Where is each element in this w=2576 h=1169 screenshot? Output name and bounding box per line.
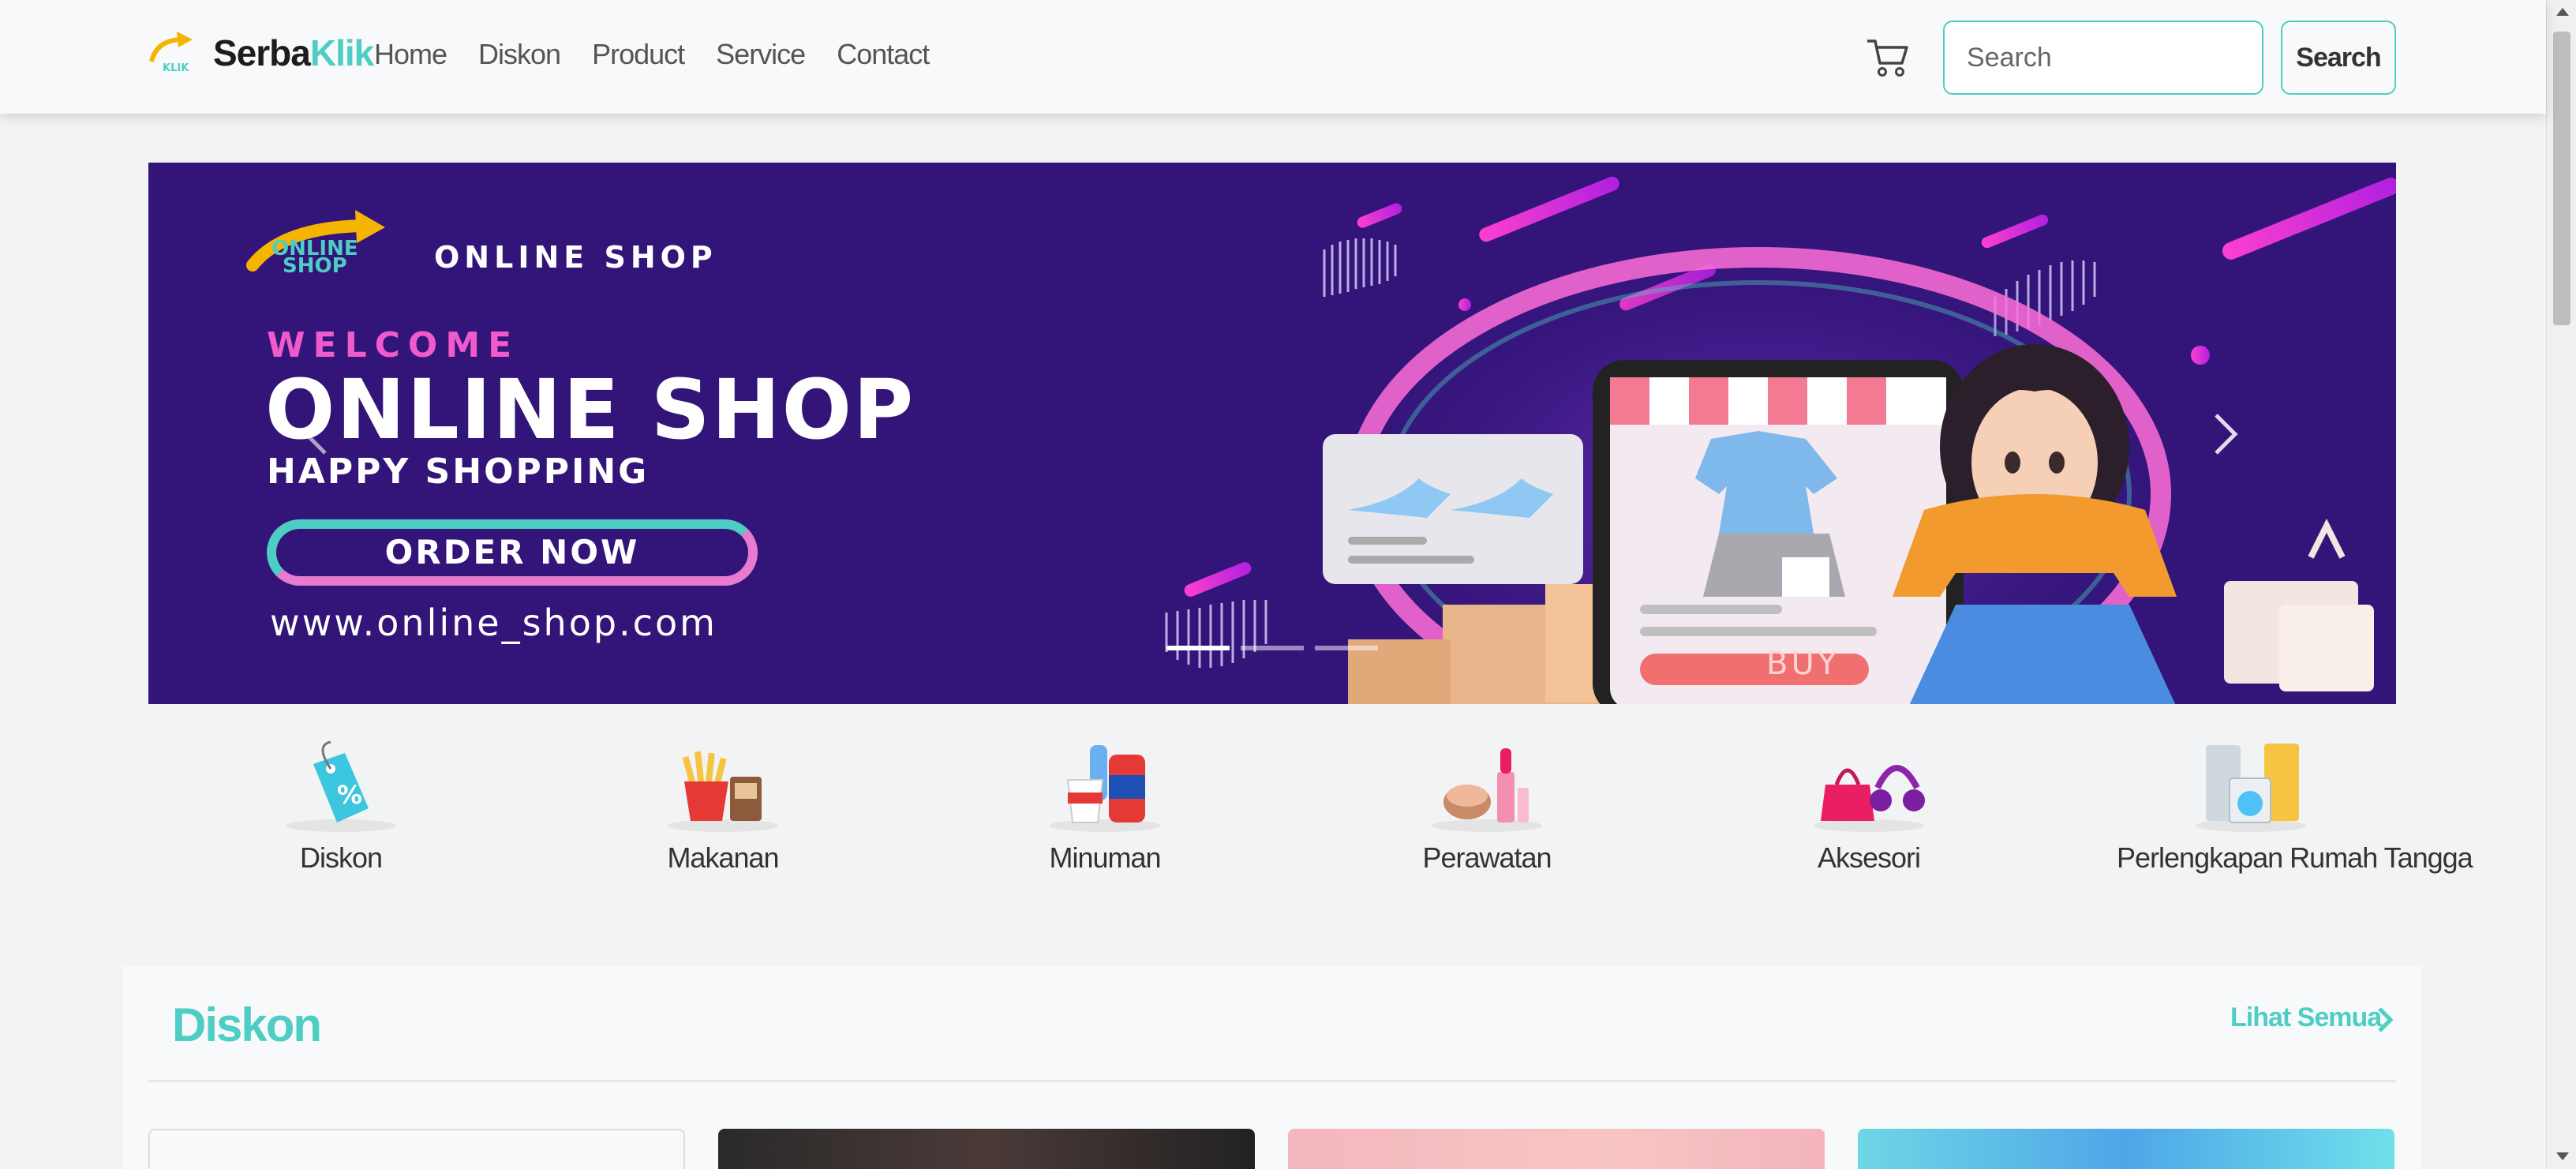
banner-shop-name: ONLINE SHOP xyxy=(434,240,717,275)
scroll-thumb[interactable] xyxy=(2553,32,2570,325)
navbar: KLIK SerbaKlik Home Diskon Product Servi… xyxy=(0,0,2546,114)
drink-icon xyxy=(1050,745,1160,832)
accessories-icon xyxy=(1814,765,1925,832)
discount-tag-icon: % xyxy=(286,740,396,832)
brand-logo-icon[interactable]: KLIK xyxy=(148,30,196,74)
product-card[interactable] xyxy=(718,1129,1255,1169)
banner-order-now-button[interactable]: ORDER NOW xyxy=(267,519,758,586)
carousel-indicator-2[interactable] xyxy=(1241,646,1304,650)
banner-content: ONLINE SHOP ONLINE SHOP WELCOME ONLINE S… xyxy=(148,163,2396,704)
brand-name-part1: Serba xyxy=(213,32,311,73)
category-item-diskon[interactable]: % Diskon xyxy=(223,734,459,884)
category-list: % Diskon Makanan Minuman Perawatan Akses… xyxy=(148,734,2473,884)
nav-home[interactable]: Home xyxy=(374,38,447,71)
carousel-indicator-3[interactable] xyxy=(1315,646,1378,650)
category-item-aksesori[interactable]: Aksesori xyxy=(1750,734,1987,884)
food-icon xyxy=(668,751,778,832)
brand-name[interactable]: SerbaKlik xyxy=(213,32,374,74)
product-card[interactable] xyxy=(1288,1129,1825,1169)
section-title: Diskon xyxy=(172,999,322,1051)
page-scrollbar[interactable] xyxy=(2546,0,2576,1169)
banner-welcome: WELCOME xyxy=(267,325,520,365)
carousel-indicators xyxy=(1166,646,1378,650)
category-item-minuman[interactable]: Minuman xyxy=(987,734,1223,884)
hero-banner[interactable]: ONLINE SHOP ONLINE SHOP WELCOME ONLINE S… xyxy=(148,163,2396,704)
banner-logo-line2: SHOP xyxy=(282,254,347,278)
banner-url: www.online_shop.com xyxy=(270,601,717,644)
search-input[interactable] xyxy=(1943,21,2263,95)
category-item-makanan[interactable]: Makanan xyxy=(605,734,841,884)
nav-contact[interactable]: Contact xyxy=(837,38,930,71)
scroll-down-arrow-icon[interactable] xyxy=(2556,1152,2569,1160)
brand-name-part2: Klik xyxy=(309,32,374,73)
banner-title: ONLINE SHOP xyxy=(265,362,915,458)
category-label: Diskon xyxy=(299,841,383,874)
banner-logo-text: ONLINE SHOP xyxy=(271,238,358,278)
nav-service[interactable]: Service xyxy=(716,38,806,71)
category-label: Aksesori xyxy=(1817,841,1921,874)
carousel-indicator-1[interactable] xyxy=(1166,646,1230,650)
category-item-perlengkapan-rumah-tangga[interactable]: Perlengkapan Rumah Tangga xyxy=(2117,734,2473,884)
cart-icon[interactable] xyxy=(1866,36,1910,79)
carousel-next-icon[interactable] xyxy=(2210,410,2241,458)
see-all-link[interactable]: Lihat Semua xyxy=(2230,1002,2382,1033)
product-card[interactable] xyxy=(148,1129,685,1169)
home-appliance-icon xyxy=(2196,744,2306,832)
scroll-up-arrow-icon[interactable] xyxy=(2556,8,2569,16)
diskon-section: Diskon Lihat Semua xyxy=(123,966,2421,1169)
category-label: Minuman xyxy=(1049,841,1161,874)
category-label: Perlengkapan Rumah Tangga xyxy=(2117,841,2473,874)
search-button[interactable]: Search xyxy=(2281,21,2396,95)
chevron-right-icon[interactable] xyxy=(2376,1006,2394,1034)
section-divider xyxy=(148,1080,2396,1082)
product-card[interactable] xyxy=(1858,1129,2394,1169)
carousel-prev-icon[interactable] xyxy=(300,410,331,458)
brand-logo-text: KLIK xyxy=(163,62,189,74)
category-item-perawatan[interactable]: Perawatan xyxy=(1368,734,1605,884)
cosmetics-icon xyxy=(1432,748,1542,832)
svg-text:%: % xyxy=(337,780,362,810)
category-label: Perawatan xyxy=(1422,841,1552,874)
category-label: Makanan xyxy=(667,841,779,874)
nav-links: Home Diskon Product Service Contact xyxy=(374,38,960,71)
nav-product[interactable]: Product xyxy=(592,38,685,71)
nav-diskon[interactable]: Diskon xyxy=(478,38,561,71)
banner-buy-label: BUY xyxy=(1766,646,1840,682)
